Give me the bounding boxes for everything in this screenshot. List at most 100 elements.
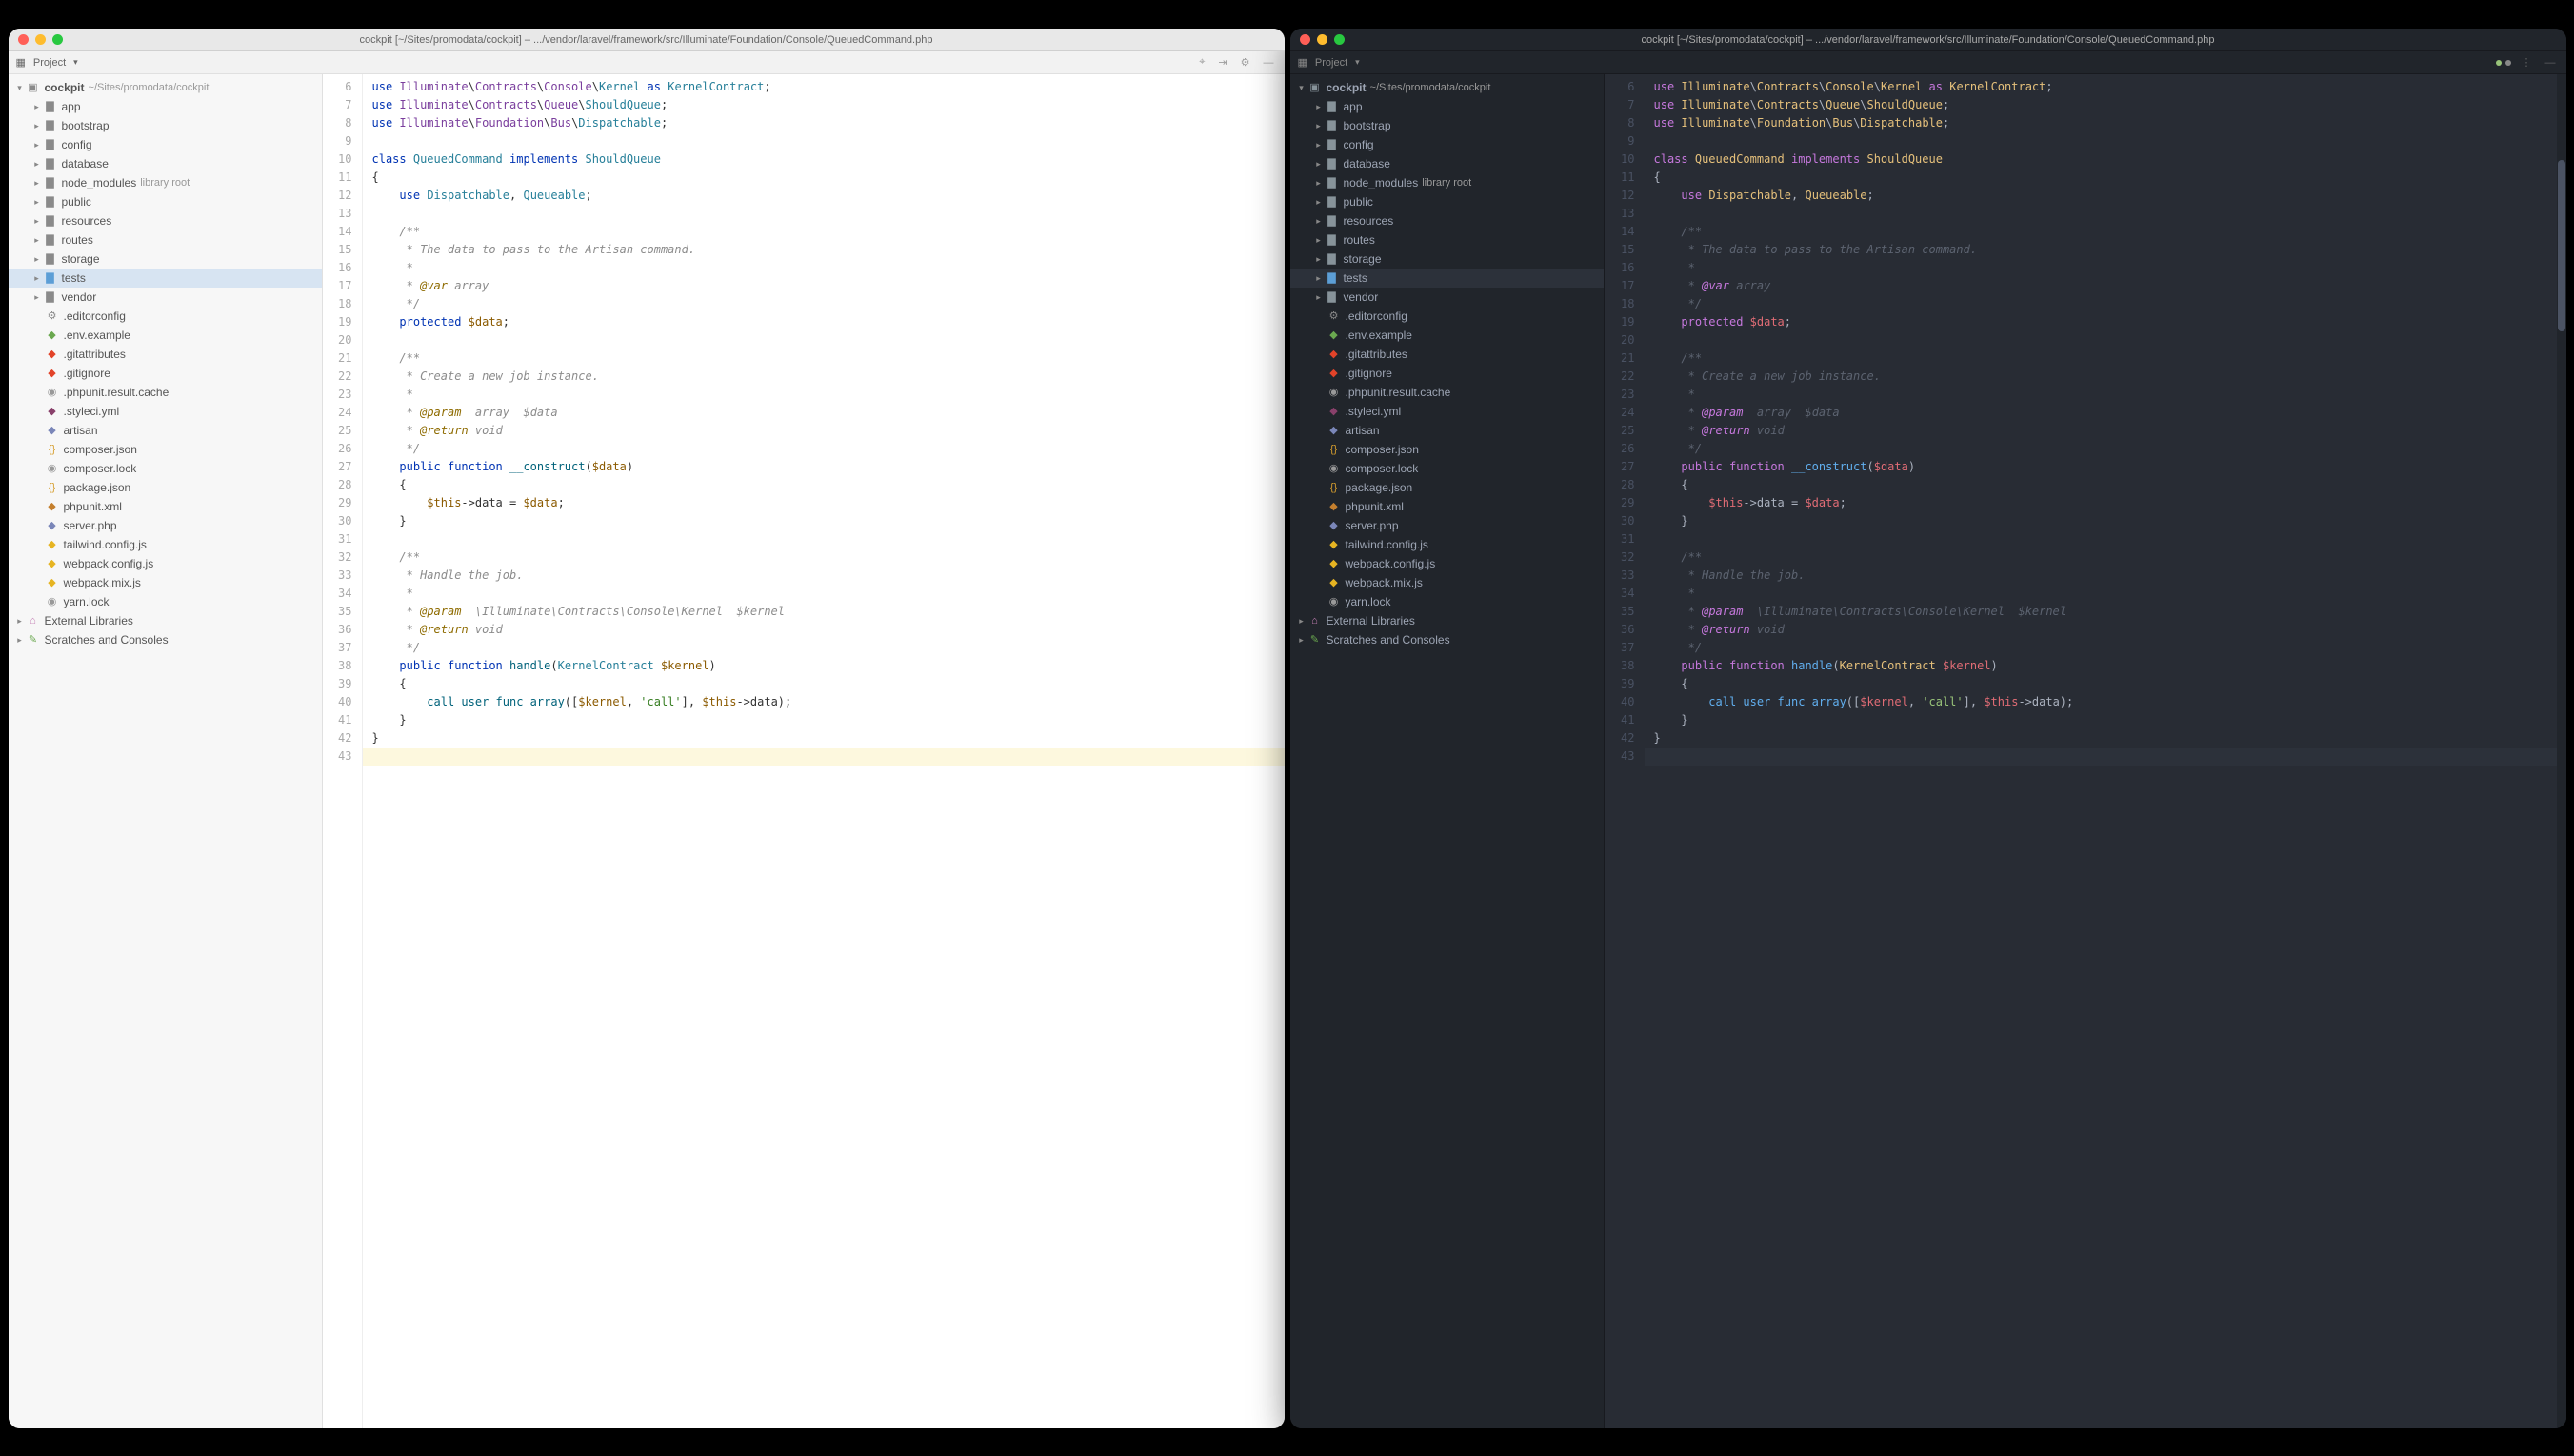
code-line[interactable]: */ xyxy=(1645,440,2557,458)
code-line[interactable]: * The data to pass to the Artisan comman… xyxy=(363,241,1285,259)
tree-folder-storage[interactable]: ▸ ▇ storage xyxy=(1290,249,1604,269)
code-line[interactable]: { xyxy=(1645,476,2557,494)
code-line[interactable]: * @param \Illuminate\Contracts\Console\K… xyxy=(363,603,1285,621)
tree-folder-bootstrap[interactable]: ▸ ▇ bootstrap xyxy=(1290,116,1604,135)
tree-file-.phpunit.result.cache[interactable]: ◉ .phpunit.result.cache xyxy=(1290,383,1604,402)
code-line[interactable]: call_user_func_array([$kernel, 'call'], … xyxy=(1645,693,2557,711)
code-line[interactable] xyxy=(1645,748,2557,766)
project-tool-icon[interactable]: ▦ xyxy=(1298,56,1307,69)
code-line[interactable]: { xyxy=(1645,169,2557,187)
code-line[interactable]: * Handle the job. xyxy=(1645,567,2557,585)
code-line[interactable]: use Dispatchable, Queueable; xyxy=(363,187,1285,205)
tree-file-composer.lock[interactable]: ◉ composer.lock xyxy=(9,459,322,478)
project-tree[interactable]: ▾ ▣ cockpit ~/Sites/promodata/cockpit ▸ … xyxy=(9,74,323,1428)
code-line[interactable]: public function __construct($data) xyxy=(1645,458,2557,476)
code-line[interactable]: * Create a new job instance. xyxy=(363,368,1285,386)
tree-folder-resources[interactable]: ▸ ▇ resources xyxy=(9,211,322,230)
tree-folder-bootstrap[interactable]: ▸ ▇ bootstrap xyxy=(9,116,322,135)
code-line[interactable]: * xyxy=(1645,585,2557,603)
code-line[interactable]: } xyxy=(363,729,1285,748)
tree-file-artisan[interactable]: ◆ artisan xyxy=(1290,421,1604,440)
tree-file-webpack.config.js[interactable]: ◆ webpack.config.js xyxy=(1290,554,1604,573)
code-line[interactable]: * xyxy=(1645,259,2557,277)
tree-folder-node_modules[interactable]: ▸ ▇ node_modules library root xyxy=(1290,173,1604,192)
tree-folder-node_modules[interactable]: ▸ ▇ node_modules library root xyxy=(9,173,322,192)
tree-file-webpack.mix.js[interactable]: ◆ webpack.mix.js xyxy=(9,573,322,592)
code-line[interactable]: */ xyxy=(1645,295,2557,313)
tree-folder-routes[interactable]: ▸ ▇ routes xyxy=(1290,230,1604,249)
tree-file-artisan[interactable]: ◆ artisan xyxy=(9,421,322,440)
select-target-icon[interactable]: ⌖ xyxy=(1196,56,1207,69)
close-icon[interactable] xyxy=(1300,34,1310,45)
minimize-icon[interactable] xyxy=(1317,34,1327,45)
code-line[interactable]: { xyxy=(363,169,1285,187)
tree-folder-public[interactable]: ▸ ▇ public xyxy=(9,192,322,211)
code-line[interactable]: * Handle the job. xyxy=(363,567,1285,585)
tree-extra-Scratches and Consoles[interactable]: ▸ ✎ Scratches and Consoles xyxy=(9,630,322,649)
code-line[interactable]: use Illuminate\Contracts\Queue\ShouldQue… xyxy=(363,96,1285,114)
code-line[interactable] xyxy=(363,132,1285,150)
tree-file-.env.example[interactable]: ◆ .env.example xyxy=(1290,326,1604,345)
code-line[interactable] xyxy=(363,205,1285,223)
code-line[interactable] xyxy=(1645,205,2557,223)
code-line[interactable] xyxy=(363,331,1285,349)
tree-file-.gitattributes[interactable]: ◆ .gitattributes xyxy=(1290,345,1604,364)
tree-folder-config[interactable]: ▸ ▇ config xyxy=(9,135,322,154)
tree-file-.gitignore[interactable]: ◆ .gitignore xyxy=(1290,364,1604,383)
code-line[interactable]: * @return void xyxy=(363,422,1285,440)
code-line[interactable]: } xyxy=(1645,711,2557,729)
code-line[interactable]: * @return void xyxy=(363,621,1285,639)
chevron-down-icon[interactable]: ▾ xyxy=(1355,57,1360,68)
code-line[interactable]: } xyxy=(363,711,1285,729)
code-line[interactable]: } xyxy=(1645,729,2557,748)
maximize-icon[interactable] xyxy=(52,34,63,45)
tree-file-tailwind.config.js[interactable]: ◆ tailwind.config.js xyxy=(9,535,322,554)
code-line[interactable]: * xyxy=(363,585,1285,603)
tree-folder-config[interactable]: ▸ ▇ config xyxy=(1290,135,1604,154)
code-line[interactable]: * xyxy=(363,259,1285,277)
code-line[interactable]: * @return void xyxy=(1645,621,2557,639)
code-line[interactable]: * xyxy=(363,386,1285,404)
code-line[interactable]: use Dispatchable, Queueable; xyxy=(1645,187,2557,205)
code-line[interactable]: { xyxy=(363,476,1285,494)
tree-file-yarn.lock[interactable]: ◉ yarn.lock xyxy=(9,592,322,611)
tree-folder-vendor[interactable]: ▸ ▇ vendor xyxy=(1290,288,1604,307)
code-line[interactable] xyxy=(1645,530,2557,548)
code-line[interactable]: * xyxy=(1645,386,2557,404)
code-line[interactable]: /** xyxy=(1645,223,2557,241)
minimize-icon[interactable] xyxy=(35,34,46,45)
code-line[interactable]: call_user_func_array([$kernel, 'call'], … xyxy=(363,693,1285,711)
tree-folder-database[interactable]: ▸ ▇ database xyxy=(1290,154,1604,173)
tree-folder-app[interactable]: ▸ ▇ app xyxy=(9,97,322,116)
code-area[interactable]: use Illuminate\Contracts\Console\Kernel … xyxy=(363,74,1285,1428)
code-line[interactable]: } xyxy=(1645,512,2557,530)
tree-file-server.php[interactable]: ◆ server.php xyxy=(9,516,322,535)
code-line[interactable] xyxy=(363,530,1285,548)
code-line[interactable] xyxy=(1645,331,2557,349)
tree-folder-tests[interactable]: ▸ ▇ tests xyxy=(1290,269,1604,288)
tree-root[interactable]: ▾ ▣ cockpit ~/Sites/promodata/cockpit xyxy=(1290,78,1604,97)
titlebar[interactable]: cockpit [~/Sites/promodata/cockpit] – ..… xyxy=(1290,29,2566,51)
code-line[interactable]: use Illuminate\Foundation\Bus\Dispatchab… xyxy=(363,114,1285,132)
code-line[interactable]: use Illuminate\Contracts\Queue\ShouldQue… xyxy=(1645,96,2557,114)
code-line[interactable]: /** xyxy=(1645,548,2557,567)
tree-folder-storage[interactable]: ▸ ▇ storage xyxy=(9,249,322,269)
tree-folder-resources[interactable]: ▸ ▇ resources xyxy=(1290,211,1604,230)
code-line[interactable]: use Illuminate\Contracts\Console\Kernel … xyxy=(363,78,1285,96)
hide-icon[interactable]: — xyxy=(1261,57,1277,69)
code-line[interactable]: */ xyxy=(363,440,1285,458)
tree-file-.gitignore[interactable]: ◆ .gitignore xyxy=(9,364,322,383)
code-editor[interactable]: 6789101112131415161718192021222324252627… xyxy=(1605,74,2566,1428)
tree-file-.phpunit.result.cache[interactable]: ◉ .phpunit.result.cache xyxy=(9,383,322,402)
tree-file-composer.json[interactable]: {} composer.json xyxy=(1290,440,1604,459)
code-line[interactable] xyxy=(363,748,1285,766)
code-line[interactable]: use Illuminate\Foundation\Bus\Dispatchab… xyxy=(1645,114,2557,132)
code-line[interactable]: { xyxy=(1645,675,2557,693)
code-line[interactable]: /** xyxy=(363,223,1285,241)
code-line[interactable]: */ xyxy=(363,295,1285,313)
tree-file-webpack.config.js[interactable]: ◆ webpack.config.js xyxy=(9,554,322,573)
code-line[interactable]: $this->data = $data; xyxy=(363,494,1285,512)
code-line[interactable]: * @param array $data xyxy=(363,404,1285,422)
collapse-all-icon[interactable]: ⇥ xyxy=(1215,56,1229,69)
tree-extra-Scratches and Consoles[interactable]: ▸ ✎ Scratches and Consoles xyxy=(1290,630,1604,649)
